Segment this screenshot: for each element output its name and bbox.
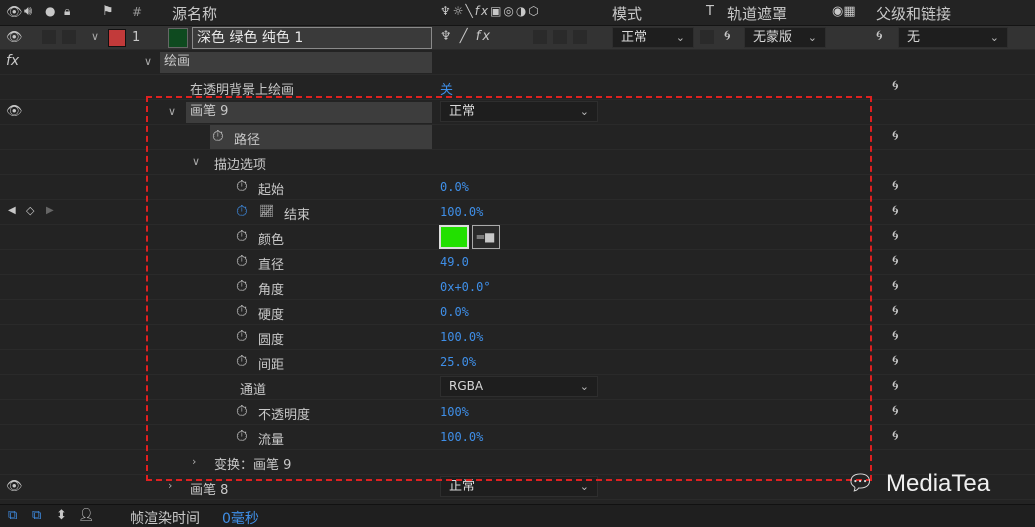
source-name-header[interactable]: 源名称 (172, 3, 217, 24)
track-matte-dropdown[interactable]: 无蒙版 ⌄ (744, 27, 826, 48)
layer-name-field[interactable]: 深色 绿色 纯色 1 (192, 27, 432, 49)
column-header: 👁︎ 🔊︎ ● 🔒︎ ⚑ # 源名称 ♆☼╲fx▣◎◑⬡ 模式 T 轨道遮罩 ◉… (0, 0, 1035, 26)
expression-spiral-icon[interactable]: 🌀︎ (892, 128, 899, 144)
switch-3d[interactable] (573, 30, 587, 44)
expression-spiral-icon[interactable]: 🌀︎ (892, 203, 899, 219)
lock-column-icon[interactable]: 🔒︎ (64, 4, 70, 19)
chevron-down-icon: ⌄ (989, 31, 999, 44)
t-header: T (706, 4, 714, 19)
expression-spiral-icon[interactable]: 🌀︎ (892, 78, 899, 94)
audio-column-icon[interactable]: 🔊︎ (24, 4, 32, 19)
solo-toggle[interactable] (62, 30, 76, 44)
annotation-highlight-box (146, 96, 872, 481)
expression-spiral-icon[interactable]: 🌀︎ (892, 228, 899, 244)
track-matte-value: 无蒙版 (753, 30, 793, 45)
transfer-toggle-icon[interactable]: ⬍ (56, 508, 67, 523)
render-time-value: 0毫秒 (222, 511, 259, 527)
expression-spiral-icon[interactable]: 🌀︎ (892, 303, 899, 319)
chevron-down-icon: ⌄ (675, 31, 685, 44)
expression-spiral-icon[interactable]: 🌀︎ (892, 378, 899, 394)
keyframe-next-icon[interactable]: ▶ (46, 205, 54, 216)
layer-expand-chevron[interactable]: ∨ (91, 30, 99, 43)
expression-spiral-icon[interactable]: 🌀︎ (892, 403, 899, 419)
wechat-logo-icon: 💬︎ (846, 471, 874, 496)
keyframe-prev-icon[interactable]: ◀ (8, 205, 16, 216)
paint-effect-bar[interactable]: 绘画 (160, 52, 432, 73)
brush8-mode-value: 正常 (449, 479, 476, 494)
brush8-label: 画笔 8 (190, 483, 229, 498)
layer-thumbnail (168, 28, 188, 48)
expression-spiral-icon[interactable]: 🌀︎ (892, 253, 899, 269)
layer-label-color[interactable] (108, 29, 126, 47)
keyframe-add-icon[interactable]: ◇ (26, 204, 34, 217)
expression-spiral-icon[interactable]: 🌀︎ (892, 328, 899, 344)
chevron-down-icon: ⌄ (807, 31, 817, 44)
audio-toggle[interactable] (42, 30, 56, 44)
layer-number: 1 (132, 30, 141, 45)
eye-icon[interactable]: 👁︎ (6, 30, 23, 45)
layer-row[interactable]: 👁︎ ∨ 1 深色 绿色 纯色 1 ♆ ╱ fx 正常 ⌄ 🌀︎ 无蒙版 ⌄ 🌀… (0, 26, 1035, 50)
number-column-header: # (132, 5, 143, 19)
mode-header[interactable]: 模式 (612, 3, 642, 24)
parent-value: 无 (907, 30, 921, 45)
label-tag-icon[interactable]: ⚑ (102, 4, 114, 19)
layer-mode-value: 正常 (621, 30, 648, 45)
layer-name: 深色 绿色 纯色 1 (197, 30, 304, 46)
expression-spiral-icon[interactable]: 🌀︎ (892, 278, 899, 294)
eye-icon[interactable]: 👁︎ (6, 479, 23, 494)
parent-icons: ◉▦ (832, 4, 856, 19)
eye-icon[interactable]: 👁︎ (6, 104, 23, 119)
track-matte-header[interactable]: 轨道遮罩 (727, 3, 787, 24)
expression-spiral-icon[interactable]: 🌀︎ (892, 178, 899, 194)
watermark-text: MediaTea (886, 470, 991, 497)
parent-link-header[interactable]: 父级和链接 (876, 3, 951, 24)
matte-spiral-icon[interactable]: 🌀︎ (724, 28, 731, 44)
paint-effect-label: 绘画 (164, 54, 191, 69)
switch-motion-blur[interactable] (533, 30, 547, 44)
eye-column-icon[interactable]: 👁︎ (6, 5, 23, 20)
layer-toggle-icon[interactable]: ⧉ (32, 508, 41, 523)
layer-switches[interactable]: ♆ ╱ fx (440, 29, 492, 44)
solo-column-icon[interactable]: ● (45, 4, 55, 18)
layer-mode-dropdown[interactable]: 正常 ⌄ (612, 27, 694, 48)
status-bar: ⧉ ⧉ ⬍ 👤︎ 帧渲染时间 0毫秒 (0, 504, 1035, 527)
parent-pickwhip-icon[interactable]: 🌀︎ (876, 28, 883, 44)
preserve-transparency-toggle[interactable] (700, 30, 714, 44)
parent-dropdown[interactable]: 无 ⌄ (898, 27, 1008, 48)
fx-icon[interactable]: fx (6, 53, 19, 69)
paint-expand-chevron[interactable]: ∨ (144, 55, 152, 68)
switches-header-icons: ♆☼╲fx▣◎◑⬡ (440, 4, 541, 18)
expression-spiral-icon[interactable]: 🌀︎ (892, 353, 899, 369)
comp-toggle-icon[interactable]: ⧉ (8, 508, 17, 523)
render-time-label: 帧渲染时间 (130, 511, 200, 527)
switch-adjustment[interactable] (553, 30, 567, 44)
shy-toggle-icon[interactable]: 👤︎ (78, 508, 95, 523)
expression-spiral-icon[interactable]: 🌀︎ (892, 428, 899, 444)
effect-paint-row[interactable]: fx ∨ 绘画 (0, 50, 1035, 75)
